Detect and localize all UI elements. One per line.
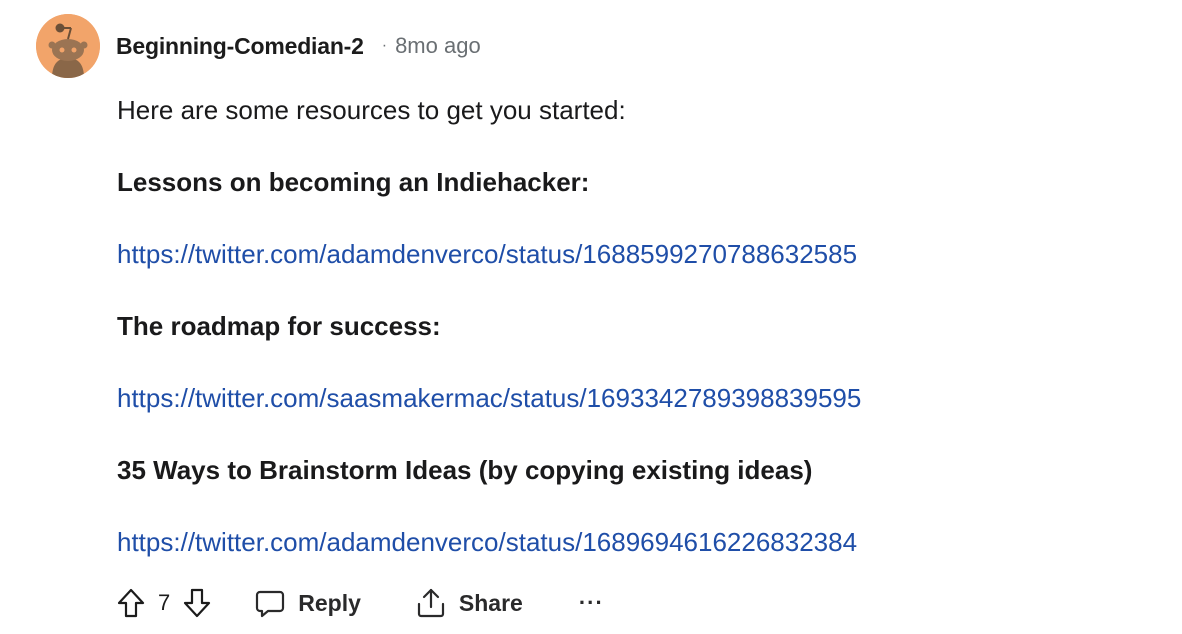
reply-button[interactable]: Reply (254, 582, 361, 624)
share-upload-icon (417, 588, 444, 618)
link-roadmap: https://twitter.com/saasmakermac/status/… (117, 378, 1157, 418)
meta-separator: · (381, 37, 388, 54)
link-brainstorm-anchor[interactable]: https://twitter.com/adamdenverco/status/… (117, 527, 857, 557)
comment-body: Here are some resources to get you start… (117, 90, 1157, 562)
comment-actions: 7 Reply Share ··· (116, 582, 604, 624)
vote-count: 7 (158, 590, 171, 615)
snoo-avatar-icon (36, 14, 100, 78)
link-lessons: https://twitter.com/adamdenverco/status/… (117, 234, 1157, 274)
link-roadmap-anchor[interactable]: https://twitter.com/saasmakermac/status/… (117, 383, 861, 413)
upvote-button[interactable] (116, 582, 146, 624)
intro-text: Here are some resources to get you start… (117, 95, 626, 125)
more-options-button[interactable]: ··· (579, 582, 604, 624)
share-button[interactable]: Share (415, 582, 523, 624)
speech-bubble-icon (256, 590, 285, 618)
reply-label: Reply (298, 589, 361, 616)
comment: Beginning-Comedian-2 · 8mo ago Here are … (0, 0, 1182, 634)
heading-roadmap: The roadmap for success: (117, 311, 441, 341)
share-label: Share (458, 589, 523, 616)
downvote-button[interactable] (182, 582, 212, 624)
heading-lessons: Lessons on becoming an Indiehacker: (117, 167, 590, 197)
author-name[interactable]: Beginning-Comedian-2 (116, 33, 364, 60)
heading-brainstorm: 35 Ways to Brainstorm Ideas (by copying … (117, 455, 813, 485)
link-brainstorm: https://twitter.com/adamdenverco/status/… (117, 522, 1157, 562)
downvote-arrow-icon (184, 588, 211, 618)
timestamp[interactable]: 8mo ago (395, 33, 481, 59)
avatar[interactable] (36, 14, 100, 78)
comment-header: Beginning-Comedian-2 · 8mo ago (36, 14, 481, 78)
link-lessons-anchor[interactable]: https://twitter.com/adamdenverco/status/… (117, 239, 857, 269)
upvote-arrow-icon (117, 588, 145, 618)
